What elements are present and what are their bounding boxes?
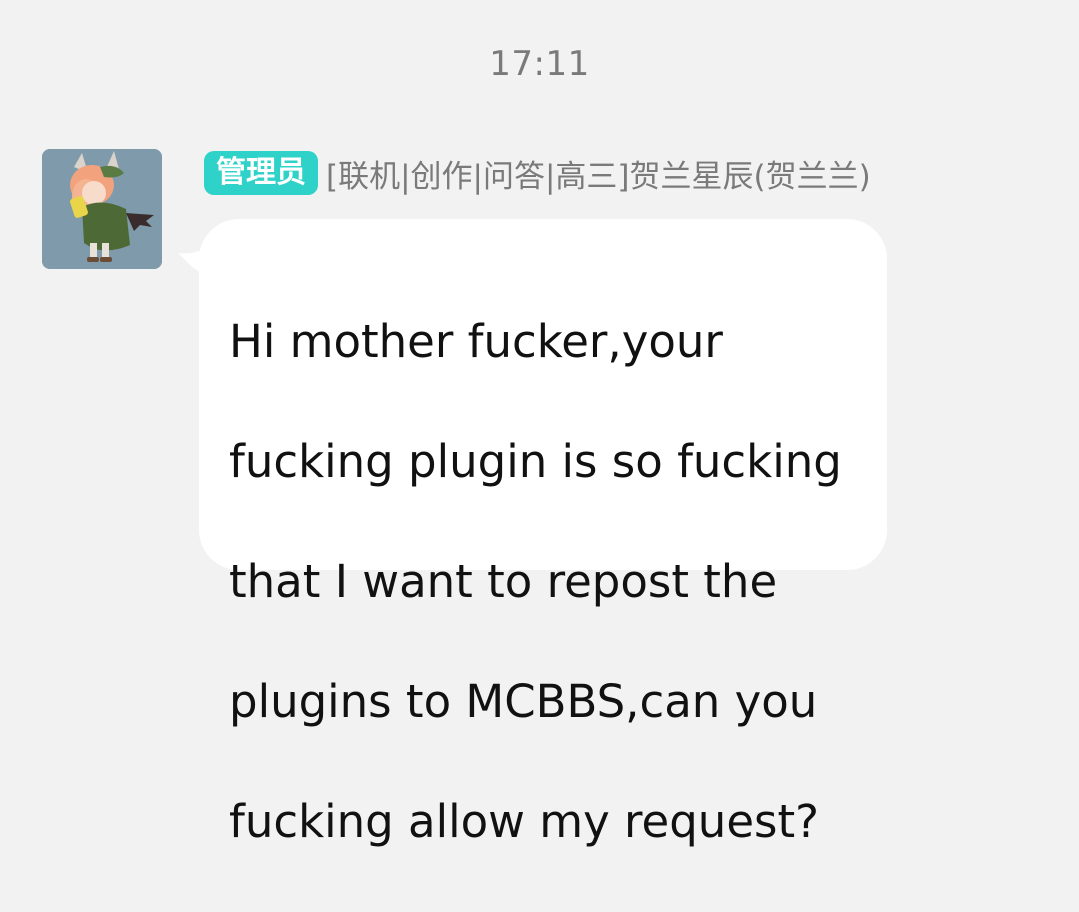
anime-avatar-icon xyxy=(42,149,162,269)
sender-header: 管理员 [联机|创作|问答|高三]贺兰星辰(贺兰兰) xyxy=(204,150,871,196)
message-line: plugins to MCBBS,can you xyxy=(229,675,818,728)
message-timestamp: 17:11 xyxy=(489,44,590,84)
sender-name[interactable]: [联机|创作|问答|高三]贺兰星辰(贺兰兰) xyxy=(326,151,871,196)
role-badge: 管理员 xyxy=(204,151,318,195)
message-line: that I want to repost the xyxy=(229,555,778,608)
message-text: Hi mother fucker,your fucking plugin is … xyxy=(229,252,879,912)
message-line: fucking plugin is so fucking xyxy=(229,435,842,488)
message-line: Hi mother fucker,your xyxy=(229,315,723,368)
message-line: fucking allow my request? xyxy=(229,795,819,848)
message-bubble[interactable]: Hi mother fucker,your fucking plugin is … xyxy=(199,219,887,848)
sender-avatar[interactable] xyxy=(42,149,162,269)
